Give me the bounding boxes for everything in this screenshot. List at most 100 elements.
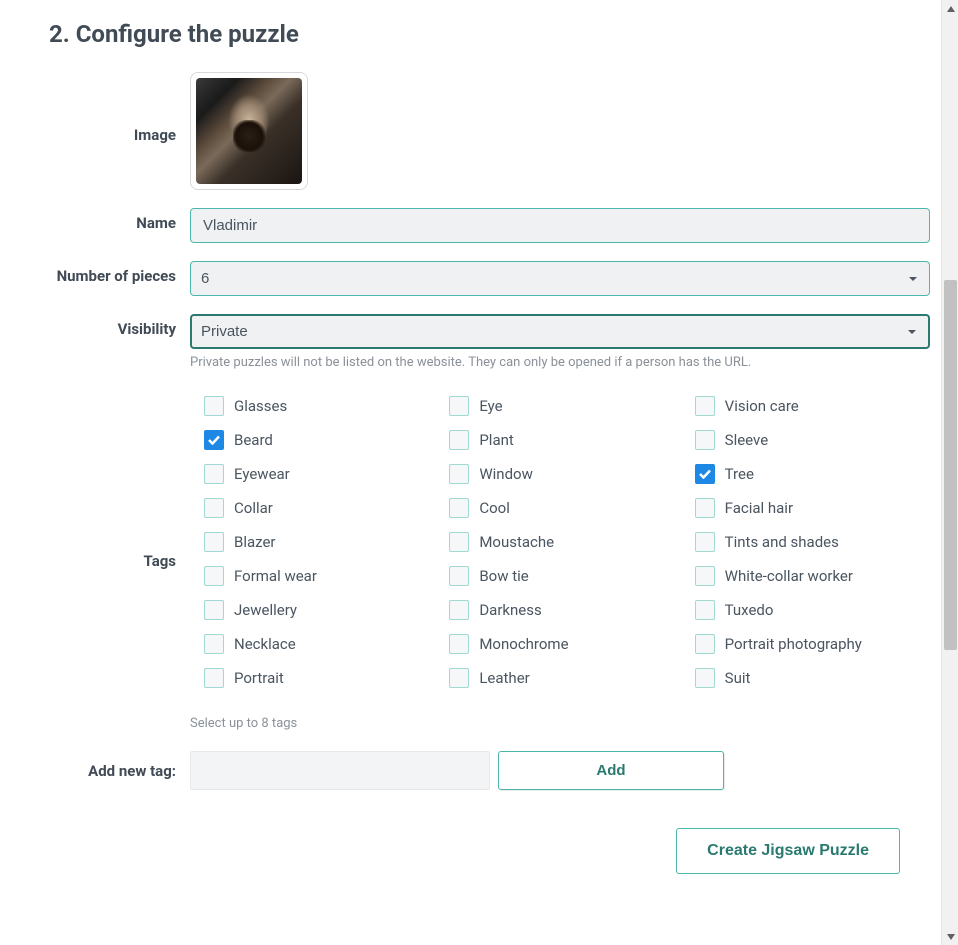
visibility-field: Private Private puzzles will not be list… [190,314,930,370]
tag-checkbox[interactable] [695,430,715,450]
tag-label[interactable]: Portrait [234,669,284,687]
check-icon [208,435,220,445]
name-label: Name [30,208,190,232]
tag-checkbox[interactable] [449,464,469,484]
tag-item: Sleeve [695,430,930,450]
tag-label[interactable]: Cool [479,499,510,517]
tags-row: Tags Glasses Eye Vision care Beard Plant Slee… [30,396,930,731]
tag-item: Jewellery [204,600,439,620]
tag-checkbox[interactable] [204,634,224,654]
tag-item: Tree [695,464,930,484]
tag-label[interactable]: Necklace [234,635,296,653]
tag-checkbox[interactable] [449,532,469,552]
tag-checkbox[interactable] [204,532,224,552]
tags-label: Tags [30,396,190,570]
tag-item: Leather [449,668,684,688]
tag-checkbox[interactable] [449,430,469,450]
main-content: 2. Configure the puzzle Image Name Numbe… [0,0,940,945]
scroll-up-button[interactable] [942,0,958,17]
scroll-thumb[interactable] [944,280,957,650]
scroll-down-button[interactable] [942,928,958,945]
tag-checkbox[interactable] [695,464,715,484]
image-row: Image [30,72,930,190]
tag-label[interactable]: Tints and shades [725,533,839,551]
tag-label[interactable]: Eye [479,397,502,415]
create-button[interactable]: Create Jigsaw Puzzle [676,828,900,874]
pieces-select[interactable]: 6 [190,261,930,296]
tag-label[interactable]: White-collar worker [725,567,853,585]
tag-label[interactable]: Leather [479,669,529,687]
submit-row: Create Jigsaw Puzzle [30,828,930,874]
tag-item: Glasses [204,396,439,416]
tag-checkbox[interactable] [204,396,224,416]
tag-checkbox[interactable] [695,634,715,654]
tag-label[interactable]: Blazer [234,533,276,551]
tag-label[interactable]: Collar [234,499,273,517]
tag-checkbox[interactable] [204,668,224,688]
tag-checkbox[interactable] [449,634,469,654]
image-preview [196,78,302,184]
add-button[interactable]: Add [498,751,724,790]
tag-checkbox[interactable] [695,566,715,586]
tag-checkbox[interactable] [695,668,715,688]
visibility-row: Visibility Private Private puzzles will … [30,314,930,370]
tag-label[interactable]: Portrait photography [725,635,862,653]
tag-checkbox[interactable] [695,498,715,518]
tag-label[interactable]: Monochrome [479,635,568,653]
tag-checkbox[interactable] [695,396,715,416]
tag-label[interactable]: Sleeve [725,431,769,449]
tag-item: Bow tie [449,566,684,586]
visibility-label: Visibility [30,314,190,338]
tag-item: Eyewear [204,464,439,484]
pieces-label: Number of pieces [30,261,190,285]
tag-label[interactable]: Bow tie [479,567,528,585]
tag-checkbox[interactable] [449,396,469,416]
tag-item: Necklace [204,634,439,654]
tag-item: Suit [695,668,930,688]
tags-grid: Glasses Eye Vision care Beard Plant Sleeve Eye… [190,396,930,688]
section-title: 2. Configure the puzzle [49,20,930,48]
tag-checkbox[interactable] [449,498,469,518]
check-icon [699,469,711,479]
name-input[interactable] [190,208,930,243]
tag-label[interactable]: Darkness [479,601,541,619]
tag-checkbox[interactable] [204,600,224,620]
tag-label[interactable]: Window [479,465,533,483]
tag-label[interactable]: Plant [479,431,513,449]
tag-item: Beard [204,430,439,450]
tag-label[interactable]: Moustache [479,533,554,551]
tag-item: Eye [449,396,684,416]
tag-label[interactable]: Jewellery [234,601,297,619]
tag-item: Vision care [695,396,930,416]
name-field [190,208,930,243]
tag-label[interactable]: Eyewear [234,465,290,483]
tag-checkbox[interactable] [695,532,715,552]
tag-label[interactable]: Beard [234,431,273,449]
tag-checkbox[interactable] [204,566,224,586]
tag-label[interactable]: Glasses [234,397,287,415]
tag-checkbox[interactable] [204,430,224,450]
tag-checkbox[interactable] [449,566,469,586]
tag-item: Collar [204,498,439,518]
tag-label[interactable]: Facial hair [725,499,793,517]
tag-label[interactable]: Vision care [725,397,799,415]
tag-label[interactable]: Formal wear [234,567,317,585]
add-tag-label: Add new tag: [30,762,190,780]
tag-item: Blazer [204,532,439,552]
add-tag-input[interactable] [190,751,490,790]
tag-checkbox[interactable] [695,600,715,620]
tag-item: Window [449,464,684,484]
tag-checkbox[interactable] [449,668,469,688]
tag-checkbox[interactable] [449,600,469,620]
tag-checkbox[interactable] [204,464,224,484]
visibility-select[interactable]: Private [190,314,930,349]
image-thumbnail[interactable] [190,72,308,190]
tags-helper: Select up to 8 tags [190,716,930,731]
tag-item: Portrait [204,668,439,688]
page-scrollbar[interactable] [941,0,958,945]
tag-label[interactable]: Tree [725,465,754,483]
pieces-field: 6 [190,261,930,296]
tag-label[interactable]: Tuxedo [725,601,774,619]
tag-label[interactable]: Suit [725,669,751,687]
tag-checkbox[interactable] [204,498,224,518]
